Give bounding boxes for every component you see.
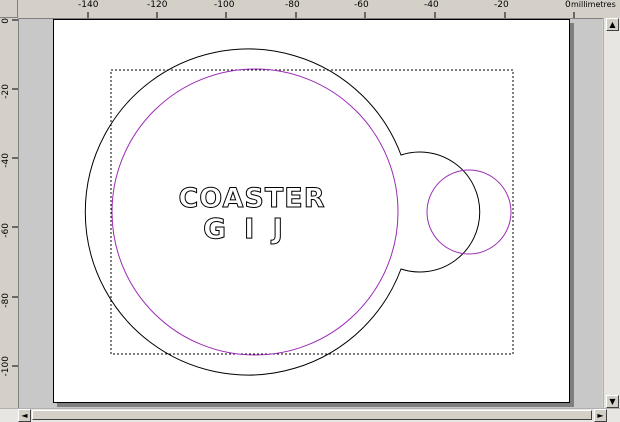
chevron-up-icon: ▲ — [609, 20, 616, 29]
handle-inner-circle[interactable] — [426, 169, 512, 255]
vertical-scrollbar[interactable]: ▲ ▼ — [603, 18, 620, 408]
scroll-up-button[interactable]: ▲ — [606, 18, 619, 31]
chevron-right-icon: ► — [597, 411, 604, 420]
chevron-left-icon: ◄ — [21, 411, 28, 420]
scroll-right-button[interactable]: ► — [594, 409, 607, 422]
coaster-text[interactable]: COASTER — [178, 183, 325, 215]
chevron-down-icon: ▼ — [609, 397, 616, 406]
scroll-left-button[interactable]: ◄ — [18, 409, 31, 422]
gij-text[interactable]: GIJ — [203, 212, 301, 246]
scroll-down-button[interactable]: ▼ — [606, 395, 619, 408]
scroll-thumb[interactable] — [32, 410, 592, 420]
horizontal-scrollbar[interactable]: ◄ ► — [0, 408, 620, 422]
artwork-layer: COASTER GIJ — [12, 12, 575, 376]
